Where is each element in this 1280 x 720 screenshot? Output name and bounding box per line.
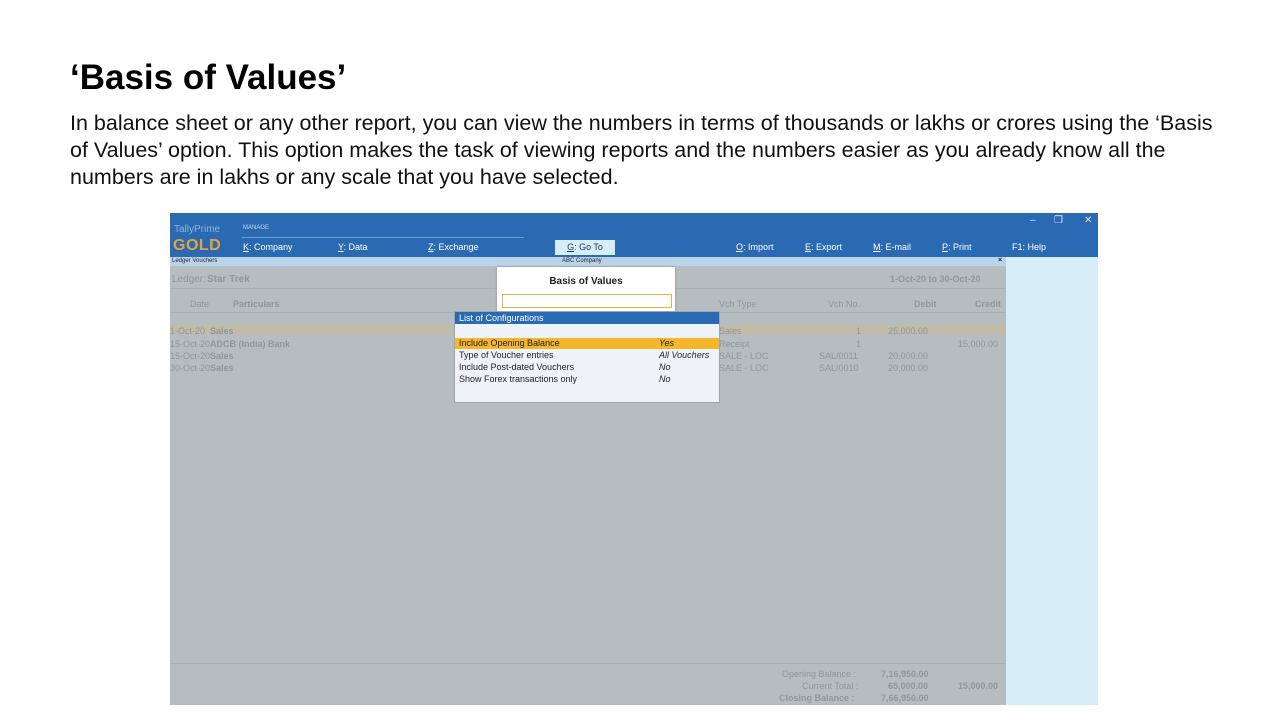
minimize-icon[interactable]: –	[1030, 215, 1036, 226]
manage-divider	[242, 237, 524, 238]
menu-label: : Data	[343, 242, 368, 252]
company-name: ABC Company	[562, 258, 602, 264]
col-debit: Debit	[914, 299, 937, 309]
config-value: All Vouchers	[659, 350, 710, 360]
brand-name: TallyPrime	[174, 224, 221, 235]
menu-import[interactable]: O: Import	[736, 242, 774, 252]
slide-body-text: In balance sheet or any other report, yo…	[70, 111, 1213, 189]
menu-key: F1	[1012, 242, 1023, 252]
menu-export[interactable]: E: Export	[805, 242, 842, 252]
configuration-list-title: List of Configurations	[455, 312, 719, 324]
current-total-label: Current Total :	[802, 681, 859, 691]
menu-label: : Export	[811, 242, 843, 252]
totals-divider	[170, 663, 1006, 664]
row-date: 30-Oct-20	[170, 363, 211, 373]
col-credit: Credit	[975, 299, 1002, 309]
config-label: Type of Voucher entries	[459, 350, 554, 360]
row-particulars: Sales	[210, 326, 234, 336]
row-debit: 20,000.00	[888, 363, 929, 373]
close-icon[interactable]: ✕	[1084, 215, 1092, 226]
col-particulars: Particulars	[233, 299, 280, 309]
config-label: Include Post-dated Vouchers	[459, 362, 575, 372]
current-total-credit: 15,000.00	[958, 681, 999, 691]
menu-key: M	[873, 242, 881, 252]
menu-label: : Import	[743, 242, 774, 252]
col-vch-no: Vch No.	[828, 299, 861, 309]
config-item[interactable]: Include Opening Balance Yes	[455, 338, 719, 349]
menu-label: : Help	[1022, 242, 1047, 252]
menu-label: : E-mail	[880, 242, 912, 252]
menu-data[interactable]: Y: Data	[338, 242, 368, 252]
col-date: Date	[190, 299, 210, 309]
row-debit: 20,000.00	[888, 351, 929, 361]
menu-company[interactable]: K: Company	[243, 242, 293, 252]
config-value: No	[659, 362, 671, 372]
opening-balance-debit: 7,16,950.00	[881, 669, 929, 679]
row-vch-no: SAL/0011	[819, 351, 858, 361]
menu-exchange[interactable]: Z: Exchange	[428, 242, 479, 252]
menu-key: O	[736, 242, 744, 252]
menu-label: : Exchange	[433, 242, 479, 252]
row-date: 15-Oct-20	[170, 351, 211, 361]
configuration-list: List of Configurations Include Opening B…	[454, 311, 720, 403]
menu-label: : Go To	[574, 242, 603, 252]
report-name: Ledger Vouchers	[172, 258, 218, 264]
menu-label: : Print	[948, 242, 972, 252]
row-debit: 25,000.00	[888, 326, 929, 336]
right-button-panel	[1006, 257, 1098, 705]
row-particulars: Sales	[210, 351, 234, 361]
config-value: No	[659, 374, 671, 384]
manage-label: MANAGE	[243, 225, 270, 231]
menu-email[interactable]: M: E-mail	[873, 242, 911, 252]
config-label: Show Forex transactions only	[459, 374, 578, 384]
row-date: 15-Oct-20	[170, 339, 211, 349]
top-bar: TallyPrime GOLD MANAGE K: Company Y: Dat…	[170, 213, 1098, 257]
col-vch-type: Vch Type	[719, 299, 757, 309]
basis-of-values-dialog: Basis of Values	[497, 267, 675, 312]
close-report-icon[interactable]: ×	[998, 257, 1002, 264]
row-vch-type: SALE - LOC	[719, 363, 769, 373]
restore-icon[interactable]: ❐	[1054, 215, 1063, 226]
row-vch-type: SALE - LOC	[719, 351, 769, 361]
basis-of-values-title: Basis of Values	[549, 276, 623, 287]
brand-edition: GOLD	[173, 237, 222, 254]
row-particulars: Sales	[210, 363, 234, 373]
config-label: Include Opening Balance	[459, 338, 560, 348]
basis-of-values-input[interactable]	[502, 294, 672, 308]
row-vch-type: Receipt	[719, 339, 750, 349]
row-credit: 15,000.00	[958, 339, 999, 349]
config-value: Yes	[659, 338, 675, 348]
row-vch-type: Sales	[719, 326, 742, 336]
row-particulars: ADCB (India) Bank	[210, 339, 291, 349]
status-bar: Ledger Vouchers ABC Company ×	[170, 257, 1006, 266]
closing-balance-debit: 7,66,950.00	[881, 693, 929, 703]
row-vch-no: 1	[856, 339, 862, 349]
menu-help[interactable]: F1: Help	[1012, 242, 1046, 252]
ledger-name: Star Trek	[207, 274, 250, 285]
opening-balance-label: Opening Balance :	[782, 669, 857, 679]
menu-goto-button[interactable]: G: Go To	[555, 240, 615, 255]
report-period: 1-Oct-20 to 30-Oct-20	[890, 274, 981, 284]
menu-label: : Company	[249, 242, 293, 252]
row-vch-no: 1	[856, 326, 862, 336]
tally-screenshot: TallyPrime GOLD MANAGE K: Company Y: Dat…	[170, 213, 1098, 705]
config-item[interactable]: Show Forex transactions only No	[455, 374, 719, 385]
ledger-label: Ledger:	[172, 274, 206, 285]
current-total-debit: 65,000.00	[888, 681, 929, 691]
row-date: 1-Oct-20	[170, 326, 206, 336]
config-item[interactable]: Include Post-dated Vouchers No	[455, 362, 719, 373]
slide-title: ‘Basis of Values’	[70, 58, 347, 97]
config-item[interactable]: Type of Voucher entries All Vouchers	[455, 350, 719, 361]
menu-print[interactable]: P: Print	[942, 242, 972, 252]
row-vch-no: SAL/0010	[819, 363, 859, 373]
closing-balance-label: Closing Balance :	[779, 693, 855, 703]
